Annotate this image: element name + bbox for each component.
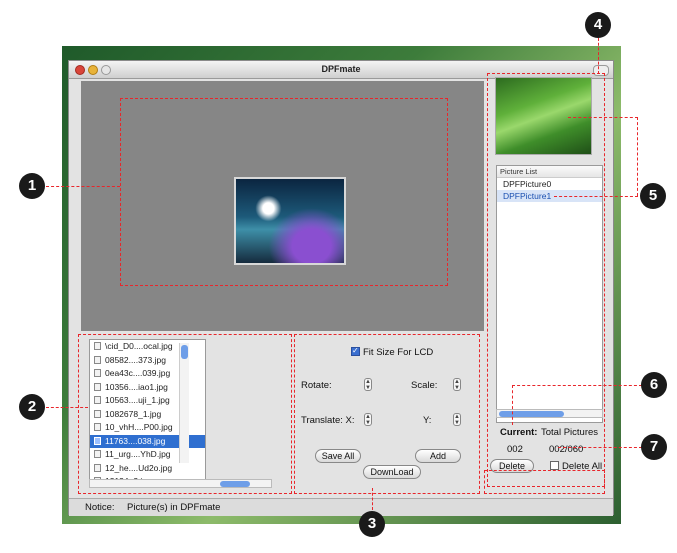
annotation-box-counters <box>484 470 605 494</box>
callout-7: 7 <box>641 434 667 460</box>
leader-line-6 <box>512 385 642 386</box>
annotation-box-preview <box>120 98 448 286</box>
annotation-box-controls <box>294 334 480 494</box>
leader-line-5b <box>554 196 638 197</box>
annotation-box-right-panel <box>487 73 605 487</box>
callout-2: 2 <box>19 394 45 420</box>
callout-3: 3 <box>359 511 385 537</box>
leader-line-6b <box>512 385 513 425</box>
callout-6: 6 <box>641 372 667 398</box>
leader-line-7 <box>558 447 642 448</box>
leader-line-1 <box>46 186 120 187</box>
leader-line-2 <box>46 407 88 408</box>
leader-line-4 <box>598 38 599 74</box>
notice-label: Notice: <box>85 502 115 513</box>
annotation-box-file-list <box>78 334 292 494</box>
notice-text: Picture(s) in DPFmate <box>127 502 221 513</box>
status-bar: Notice: Picture(s) in DPFmate <box>69 498 613 516</box>
leader-line-5a <box>568 117 638 118</box>
leader-line-5c <box>637 117 638 196</box>
callout-5: 5 <box>640 183 666 209</box>
callout-1: 1 <box>19 173 45 199</box>
leader-line-3 <box>372 488 373 510</box>
callout-4: 4 <box>585 12 611 38</box>
